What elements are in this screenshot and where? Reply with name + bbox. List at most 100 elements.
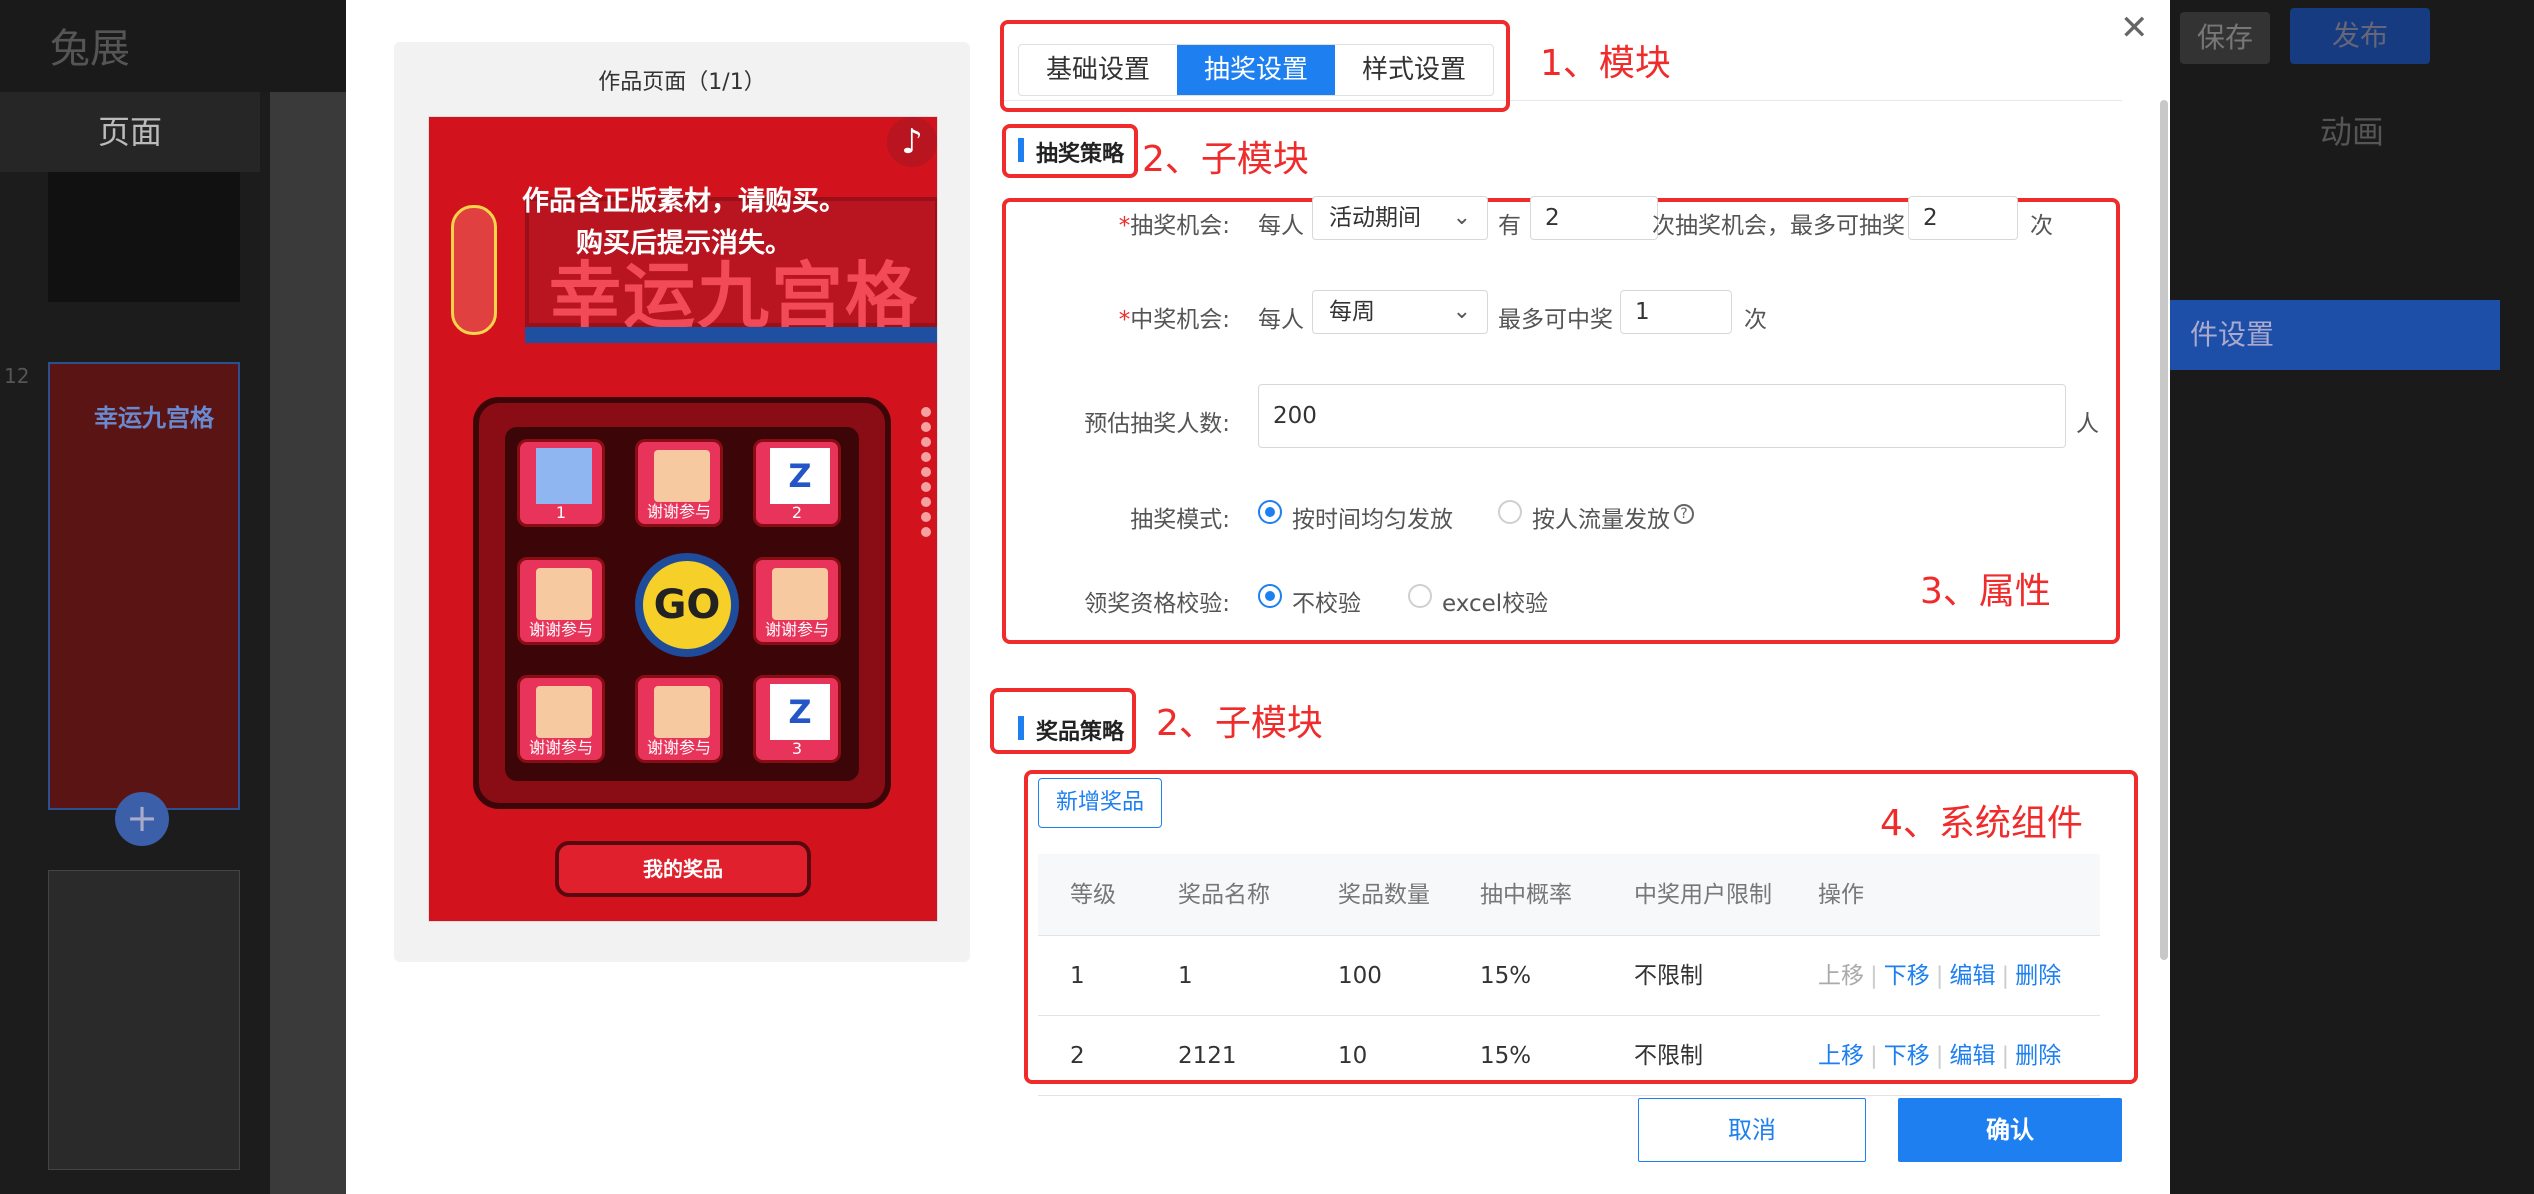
mode-time-radio[interactable] — [1258, 500, 1282, 524]
grid-cell: 谢谢参与 — [635, 439, 723, 527]
col-prob: 抽中概率 — [1480, 882, 1572, 908]
win-period-select[interactable]: 每周 ⌄ — [1312, 290, 1488, 334]
move-up-link[interactable]: 上移 — [1818, 1043, 1864, 1069]
col-name: 奖品名称 — [1178, 882, 1270, 908]
mode-traffic-radio[interactable] — [1498, 500, 1522, 524]
cell-label: 谢谢参与 — [528, 620, 593, 639]
bg-right-tab: 动画 — [2319, 113, 2384, 151]
col-level: 等级 — [1070, 882, 1116, 908]
est-count-input[interactable]: 200 — [1258, 384, 2066, 448]
cell-label: 谢谢参与 — [528, 738, 593, 757]
mode-traffic-label: 按人流量发放 — [1532, 507, 1670, 533]
bg-save-button: 保存 — [2180, 12, 2270, 64]
license-notice: 作品含正版素材，请购买。 购买后提示消失。 — [469, 181, 899, 265]
cell-label: 1 — [555, 503, 567, 522]
bg-page-thumb-prev — [48, 172, 240, 302]
grid-cell: 谢谢参与 — [635, 675, 723, 763]
brand-logo-icon: Z — [770, 684, 830, 740]
annotation-module: 1、模块 — [1540, 43, 1671, 84]
times-text: 次 — [2030, 213, 2053, 239]
check-none-label: 不校验 — [1292, 591, 1361, 617]
win-label: *中奖机会: — [1118, 307, 1230, 333]
annotation-submodule1: 2、子模块 — [1142, 139, 1309, 180]
cell-label: 谢谢参与 — [764, 620, 829, 639]
prize-image — [536, 448, 592, 504]
phone-preview: ♪ 幸运九宫格 作品含正版素材，请购买。 购买后提示消失。 1 谢谢参与 Z2 … — [428, 116, 938, 922]
cell-label: 2 — [791, 503, 803, 522]
per-person-text: 每人 — [1258, 213, 1304, 239]
est-label: 预估抽奖人数: — [1084, 411, 1230, 437]
check-label: 领奖资格校验: — [1084, 591, 1230, 617]
section-lottery-strategy: 抽奖策略 — [1018, 136, 1124, 168]
delete-link[interactable]: 删除 — [2015, 963, 2061, 989]
col-qty: 奖品数量 — [1338, 882, 1430, 908]
cell-qty: 10 — [1338, 1043, 1368, 1069]
times-text-2: 次 — [1744, 307, 1767, 333]
gift-box-icon — [654, 450, 710, 502]
delete-link[interactable]: 删除 — [2015, 1043, 2061, 1069]
annotation-component: 4、系统组件 — [1880, 803, 2083, 844]
bg-page-num: 12 — [4, 364, 30, 388]
go-button: GO — [635, 553, 739, 657]
chance-period-select[interactable]: 活动期间 ⌄ — [1312, 196, 1488, 240]
bg-right-panel — [2170, 92, 2534, 1194]
gift-box-icon — [772, 568, 828, 620]
preview-panel: 作品页面（1/1） ♪ 幸运九宫格 作品含正版素材，请购买。 购买后提示消失。 … — [394, 42, 970, 962]
gift-box-icon — [536, 568, 592, 620]
col-ops: 操作 — [1818, 882, 1864, 908]
cell-name: 1 — [1178, 963, 1193, 989]
cancel-button[interactable]: 取消 — [1638, 1098, 1866, 1162]
lottery-grid: 1 谢谢参与 Z2 谢谢参与 GO 谢谢参与 谢谢参与 谢谢参与 Z3 — [505, 427, 859, 781]
edit-link[interactable]: 编辑 — [1950, 1043, 1996, 1069]
cell-limit: 不限制 — [1634, 1043, 1703, 1069]
add-prize-button[interactable]: 新增奖品 — [1038, 778, 1162, 828]
page-dots — [921, 407, 931, 627]
bg-left-menu: 页面 — [0, 92, 260, 172]
grid-cell: Z2 — [753, 439, 841, 527]
cell-level: 2 — [1070, 1043, 1085, 1069]
notice-line2: 购买后提示消失。 — [576, 228, 792, 259]
mode-time-label: 按时间均匀发放 — [1292, 507, 1453, 533]
chance-count-input[interactable]: 2 — [1530, 196, 1658, 240]
move-down-link[interactable]: 下移 — [1884, 1043, 1930, 1069]
modal-scrollbar[interactable] — [2160, 100, 2168, 960]
est-unit: 人 — [2076, 411, 2099, 437]
music-icon: ♪ — [887, 117, 937, 167]
cell-qty: 100 — [1338, 963, 1382, 989]
chance-suffix-text: 次抽奖机会，最多可抽奖 — [1652, 213, 1905, 239]
cell-limit: 不限制 — [1634, 963, 1703, 989]
help-icon[interactable]: ? — [1674, 504, 1694, 524]
check-excel-radio[interactable] — [1408, 584, 1432, 608]
max-draw-input[interactable]: 2 — [1908, 196, 2018, 240]
check-excel-label: excel校验 — [1442, 591, 1549, 617]
cell-label: 3 — [791, 739, 803, 758]
confirm-button[interactable]: 确认 — [1898, 1098, 2122, 1162]
annotation-box-module — [1000, 20, 1510, 112]
notice-line1: 作品含正版素材，请购买。 — [522, 186, 846, 217]
chevron-down-icon: ⌄ — [1452, 205, 1471, 230]
bg-thumb-title: 幸运九宫格 — [94, 404, 214, 432]
prize-table: 等级 奖品名称 奖品数量 抽中概率 中奖用户限制 操作 1 1 100 15% … — [1038, 854, 2100, 1096]
col-limit: 中奖用户限制 — [1634, 882, 1772, 908]
cell-prob: 15% — [1480, 963, 1532, 989]
max-win-text: 最多可中奖 — [1498, 307, 1613, 333]
move-up-link[interactable]: 上移 — [1818, 963, 1864, 989]
bg-publish-button: 发布 — [2290, 8, 2430, 64]
bg-page-thumb: 幸运九宫格 — [48, 362, 240, 810]
grid-cell: Z3 — [753, 675, 841, 763]
check-none-radio[interactable] — [1258, 584, 1282, 608]
close-icon[interactable]: ✕ — [2120, 8, 2149, 48]
move-down-link[interactable]: 下移 — [1884, 963, 1930, 989]
bg-empty-page — [48, 870, 240, 1170]
grid-cell: 谢谢参与 — [753, 557, 841, 645]
mode-label: 抽奖模式: — [1130, 507, 1230, 533]
max-win-input[interactable]: 1 — [1620, 290, 1732, 334]
row-ops: 上移 | 下移 | 编辑 | 删除 — [1818, 1043, 2062, 1069]
my-prize-button: 我的奖品 — [555, 841, 811, 897]
cell-label: 谢谢参与 — [646, 738, 711, 757]
grid-cell: 1 — [517, 439, 605, 527]
grid-cell: 谢谢参与 — [517, 675, 605, 763]
cell-label: 谢谢参与 — [646, 502, 711, 521]
edit-link[interactable]: 编辑 — [1950, 963, 1996, 989]
cell-name: 2121 — [1178, 1043, 1237, 1069]
